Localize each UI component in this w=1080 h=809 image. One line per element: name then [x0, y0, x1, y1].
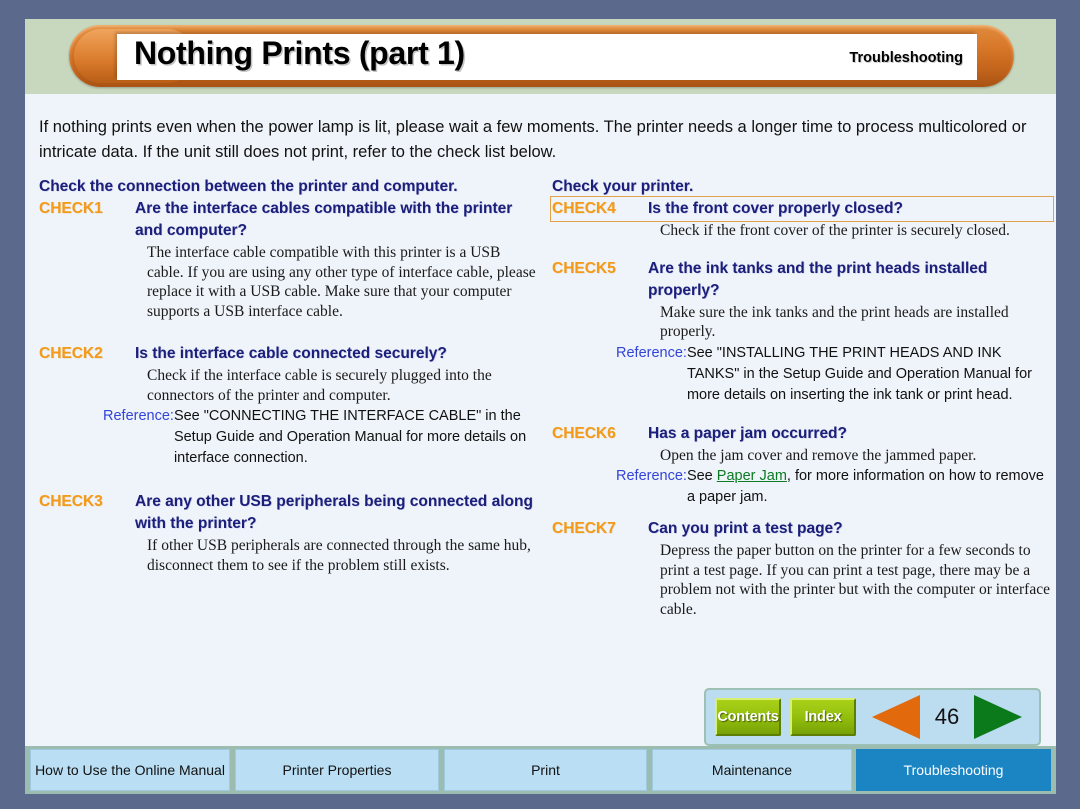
- check5-heading-row[interactable]: CHECK5 Are the ink tanks and the print h…: [552, 258, 1052, 302]
- right-column: Check your printer. CHECK4 Is the front …: [550, 176, 1054, 619]
- tab-print[interactable]: Print: [444, 749, 647, 791]
- check6-reference-label: Reference:: [616, 468, 687, 484]
- check3-body: If other USB peripherals are connected t…: [147, 537, 531, 574]
- check4-question: Is the front cover properly closed?: [648, 200, 903, 217]
- check1-heading-row[interactable]: CHECK1 Are the interface cables compatib…: [39, 198, 539, 242]
- check7-body: Depress the paper button on the printer …: [660, 542, 1050, 618]
- manual-page: Nothing Prints (part 1) Troubleshooting …: [25, 19, 1056, 794]
- page-number: 46: [934, 704, 960, 729]
- check6-question: Has a paper jam occurred?: [648, 424, 847, 442]
- tab-label: Troubleshooting: [903, 762, 1004, 778]
- title-plate: Nothing Prints (part 1) Troubleshooting: [117, 34, 977, 80]
- check5-reference-label: Reference:: [616, 344, 687, 361]
- navigation-panel: Contents Index 46: [704, 688, 1041, 746]
- check4-tag: CHECK4: [552, 200, 616, 217]
- check6-reference-prefix: See: [686, 468, 717, 484]
- content-sheet: If nothing prints even when the power la…: [25, 94, 1056, 746]
- check6-tag: CHECK6: [552, 424, 616, 442]
- check3-tag: CHECK3: [39, 493, 103, 510]
- page-title: Nothing Prints (part 1): [134, 35, 465, 71]
- tab-label: How to Use the Online Manual: [35, 762, 225, 778]
- check2-body: Check if the interface cable is securely…: [147, 367, 492, 404]
- intro-paragraph: If nothing prints even when the power la…: [39, 118, 1027, 161]
- tab-how-to-use-the-online-manual[interactable]: How to Use the Online Manual: [30, 749, 230, 791]
- check2-reference[interactable]: Reference: See "CONNECTING THE INTERFACE…: [103, 406, 539, 469]
- check-block-check3[interactable]: CHECK3 Are any other USB peripherals bei…: [39, 491, 539, 575]
- check7-heading-row[interactable]: CHECK7 Can you print a test page?: [552, 518, 1052, 540]
- right-section-heading: Check your printer.: [552, 178, 694, 195]
- page-header: Nothing Prints (part 1) Troubleshooting: [25, 19, 1056, 94]
- header-section-label: Troubleshooting: [849, 50, 963, 66]
- check2-reference-label: Reference:: [103, 408, 174, 424]
- right-triangle-icon[interactable]: [974, 695, 1022, 739]
- check7-question: Can you print a test page?: [648, 520, 843, 537]
- check5-body: Make sure the ink tanks and the print he…: [660, 303, 1009, 341]
- tab-printer-properties[interactable]: Printer Properties: [235, 749, 439, 791]
- check6-reference[interactable]: Reference: See Paper Jam, for more infor…: [616, 466, 1052, 508]
- check5-reference[interactable]: Reference: See "INSTALLING THE PRINT HEA…: [616, 343, 1052, 406]
- check2-tag: CHECK2: [39, 345, 103, 362]
- check1-tag: CHECK1: [39, 200, 103, 217]
- left-triangle-icon[interactable]: [872, 695, 920, 739]
- left-section-heading: Check the connection between the printer…: [39, 178, 458, 195]
- check2-heading-row[interactable]: CHECK2 Is the interface cable connected …: [39, 343, 539, 365]
- check3-question: Are any other USB peripherals being conn…: [135, 493, 533, 532]
- left-column: Check the connection between the printer…: [39, 176, 539, 575]
- check3-heading-row[interactable]: CHECK3 Are any other USB peripherals bei…: [39, 491, 539, 535]
- check6-reference-text: See Paper Jam, for more information on h…: [687, 466, 1052, 508]
- check4-body: Check if the front cover of the printer …: [660, 222, 1010, 239]
- check6-body: Open the jam cover and remove the jammed…: [660, 446, 977, 464]
- tab-troubleshooting[interactable]: Troubleshooting: [856, 749, 1051, 791]
- check2-reference-text: See "CONNECTING THE INTERFACE CABLE" in …: [173, 408, 527, 466]
- bottom-tab-bar: How to Use the Online Manual Printer Pro…: [25, 746, 1056, 794]
- contents-button[interactable]: Contents: [715, 698, 781, 736]
- check-block-check2[interactable]: CHECK2 Is the interface cable connected …: [39, 343, 539, 469]
- check-block-check5[interactable]: CHECK5 Are the ink tanks and the print h…: [552, 258, 1052, 406]
- check7-tag: CHECK7: [552, 520, 616, 537]
- check-list-columns: Check the connection between the printer…: [25, 176, 1056, 736]
- tab-maintenance[interactable]: Maintenance: [652, 749, 852, 791]
- check1-body: The interface cable compatible with this…: [147, 244, 536, 320]
- check-block-check6[interactable]: CHECK6 Has a paper jam occurred? Open th…: [552, 423, 1052, 509]
- tab-label: Printer Properties: [282, 762, 392, 778]
- index-button[interactable]: Index: [790, 698, 856, 736]
- index-button-label: Index: [804, 709, 842, 725]
- tab-label: Print: [531, 762, 560, 778]
- check5-tag: CHECK5: [552, 259, 616, 277]
- check-block-check1[interactable]: CHECK1 Are the interface cables compatib…: [39, 198, 539, 321]
- check5-question: Are the ink tanks and the print heads in…: [648, 259, 988, 299]
- title-capsule: Nothing Prints (part 1) Troubleshooting: [69, 25, 1014, 87]
- check6-heading-row[interactable]: CHECK6 Has a paper jam occurred?: [552, 423, 1052, 445]
- check-block-check7[interactable]: CHECK7 Can you print a test page? Depres…: [552, 518, 1052, 619]
- check2-question: Is the interface cable connected securel…: [135, 345, 447, 362]
- contents-button-label: Contents: [717, 709, 779, 725]
- paper-jam-link[interactable]: Paper Jam: [717, 468, 787, 484]
- check-block-check4[interactable]: CHECK4 Is the front cover properly close…: [550, 196, 1054, 241]
- check4-heading-row[interactable]: CHECK4 Is the front cover properly close…: [550, 196, 1054, 222]
- check5-reference-text: See "INSTALLING THE PRINT HEADS AND INK …: [686, 344, 1032, 403]
- tab-label: Maintenance: [711, 762, 793, 778]
- check1-question: Are the interface cables compatible with…: [135, 200, 513, 239]
